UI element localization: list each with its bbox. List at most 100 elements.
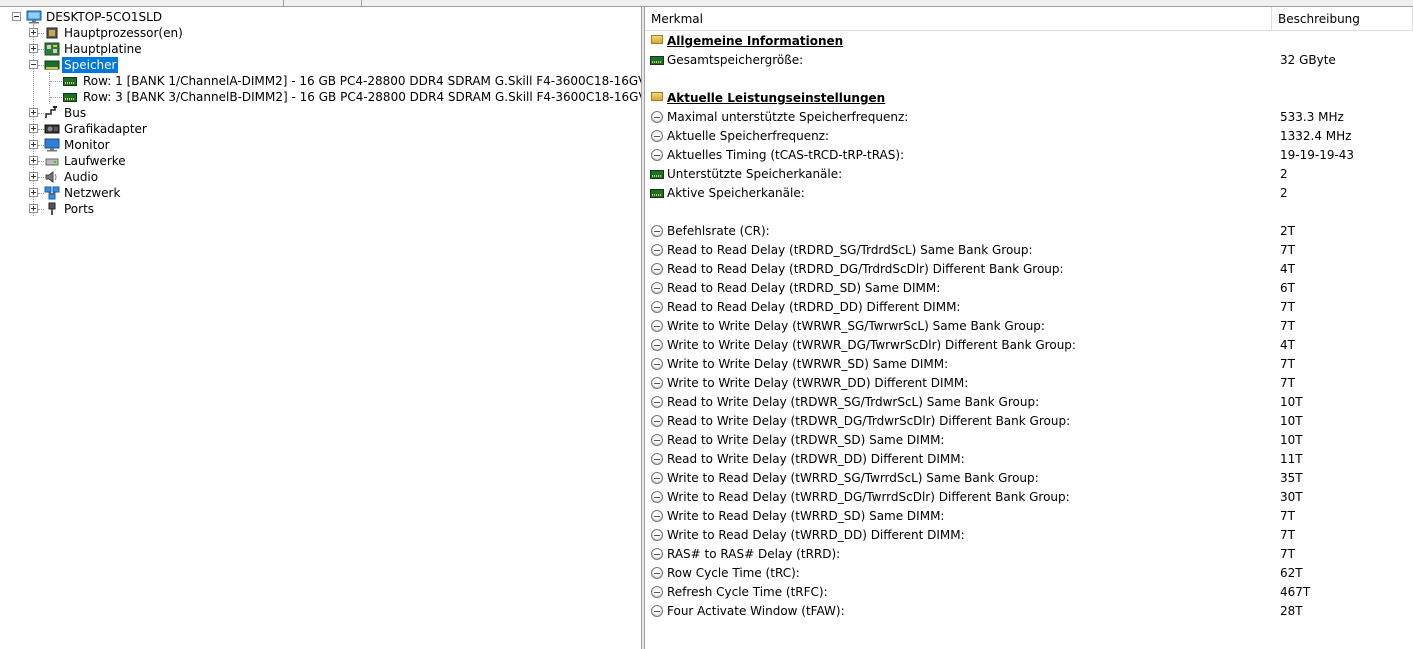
table-row[interactable]: Unterstützte Speicherkanäle: 2 (645, 165, 1413, 184)
expand-icon[interactable] (29, 124, 38, 133)
tree-item-label: Hauptplatine (64, 42, 142, 56)
motherboard-icon (44, 42, 60, 56)
table-row[interactable]: Aktive Speicherkanäle: 2 (645, 184, 1413, 203)
table-row[interactable]: Write to Read Delay (tWRRD_SD) Same DIMM… (645, 507, 1413, 526)
column-header-feature[interactable]: Merkmal (645, 7, 1272, 31)
table-row[interactable]: Aktuelles Timing (tCAS-tRCD-tRP-tRAS): 19… (645, 146, 1413, 165)
table-row[interactable]: Write to Write Delay (tWRWR_DD) Differen… (645, 374, 1413, 393)
feature-value: 35T (1280, 471, 1303, 485)
device-tree[interactable]: DESKTOP-5CO1SLD Hauptprozessor(en) Hauptp… (0, 7, 655, 649)
feature-label: Read to Write Delay (tRDWR_SG/TrdwrScL) … (667, 395, 1040, 409)
tree-item-label: Monitor (64, 138, 110, 152)
table-row[interactable]: Write to Write Delay (tWRWR_SD) Same DIM… (645, 355, 1413, 374)
port-icon (48, 202, 56, 215)
tree-item-bus[interactable]: Bus (0, 105, 641, 121)
expand-icon[interactable] (29, 28, 38, 37)
table-row[interactable]: Befehlsrate (CR): 2T (645, 222, 1413, 241)
table-row[interactable]: Gesamtspeichergröße: 32 GByte (645, 51, 1413, 70)
clock-icon (651, 263, 663, 275)
expand-icon[interactable] (29, 44, 38, 53)
ram-module-icon (650, 56, 664, 65)
table-row[interactable]: Read to Write Delay (tRDWR_SG/TrdwrScL) … (645, 393, 1413, 412)
expand-icon[interactable] (29, 140, 38, 149)
tree-item-ports[interactable]: Ports (0, 201, 641, 217)
feature-value: 10T (1280, 433, 1303, 447)
feature-value: 2 (1280, 186, 1288, 200)
memory-module-item[interactable]: Row: 3 [BANK 3/ChannelB-DIMM2] - 16 GB P… (0, 89, 655, 105)
feature-label: Read to Write Delay (tRDWR_SD) Same DIMM… (667, 433, 945, 447)
clock-icon (651, 130, 663, 142)
feature-label: Refresh Cycle Time (tRFC): (667, 585, 828, 599)
section-header-row[interactable]: Allgemeine Informationen (645, 32, 1413, 51)
feature-label: Read to Read Delay (tRDRD_DG/TrdrdScDlr)… (667, 262, 1064, 276)
table-row[interactable]: Four Activate Window (tFAW): 28T (645, 602, 1413, 621)
tree-line (50, 81, 62, 82)
section-title: Allgemeine Informationen (667, 34, 844, 48)
clock-icon (651, 491, 663, 503)
feature-value: 7T (1280, 300, 1295, 314)
column-header-description[interactable]: Beschreibung (1272, 7, 1413, 31)
tab[interactable] (284, 0, 362, 6)
table-row[interactable]: Write to Read Delay (tWRRD_SG/TwrrdScL) … (645, 469, 1413, 488)
table-row[interactable]: Write to Write Delay (tWRWR_DG/TwrwrScDl… (645, 336, 1413, 355)
tab[interactable] (0, 0, 284, 6)
table-row[interactable]: Read to Write Delay (tRDWR_SD) Same DIMM… (645, 431, 1413, 450)
feature-label: Write to Read Delay (tWRRD_SG/TwrrdScL) … (667, 471, 1039, 485)
feature-value: 467T (1280, 585, 1311, 599)
tree-root[interactable]: DESKTOP-5CO1SLD (0, 9, 641, 25)
table-row[interactable]: Maximal unterstützte Speicherfrequenz: 53… (645, 108, 1413, 127)
collapse-icon[interactable] (12, 12, 21, 21)
expand-icon[interactable] (29, 188, 38, 197)
feature-value: 10T (1280, 395, 1303, 409)
expand-icon[interactable] (29, 156, 38, 165)
collapse-icon[interactable] (29, 60, 38, 69)
clock-icon (651, 225, 663, 237)
memory-module-label: Row: 3 [BANK 3/ChannelB-DIMM2] - 16 GB P… (83, 90, 655, 104)
table-row[interactable]: Row Cycle Time (tRC): 62T (645, 564, 1413, 583)
table-row[interactable]: Read to Read Delay (tRDRD_SD) Same DIMM:… (645, 279, 1413, 298)
tree-item-audio[interactable]: Audio (0, 169, 641, 185)
table-row[interactable]: Read to Write Delay (tRDWR_DD) Different… (645, 450, 1413, 469)
bus-icon (45, 106, 57, 118)
tree-item-hauptprozessor-en-[interactable]: Hauptprozessor(en) (0, 25, 641, 41)
table-row[interactable]: Read to Read Delay (tRDRD_SG/TrdrdScL) S… (645, 241, 1413, 260)
tree-item-netzwerk[interactable]: Netzwerk (0, 185, 641, 201)
memory-icon (44, 60, 60, 70)
tree-item-grafikadapter[interactable]: Grafikadapter (0, 121, 641, 137)
feature-value: 7T (1280, 357, 1295, 371)
speaker-icon (45, 171, 57, 183)
tree-item-monitor[interactable]: Monitor (0, 137, 641, 153)
section-header-row[interactable]: Aktuelle Leistungseinstellungen (645, 89, 1413, 108)
clock-icon (651, 548, 663, 560)
tree-item-label: Hauptprozessor(en) (64, 26, 183, 40)
clock-icon (651, 472, 663, 484)
feature-value: 10T (1280, 414, 1303, 428)
table-row[interactable]: Read to Read Delay (tRDRD_DG/TrdrdScDlr)… (645, 260, 1413, 279)
table-row[interactable]: Write to Read Delay (tWRRD_DD) Different… (645, 526, 1413, 545)
feature-label: Gesamtspeichergröße: (667, 53, 804, 67)
memory-module-item[interactable]: Row: 1 [BANK 1/ChannelA-DIMM2] - 16 GB P… (0, 73, 654, 89)
feature-value: 7T (1280, 509, 1295, 523)
table-row[interactable]: Aktuelle Speicherfrequenz: 1332.4 MHz (645, 127, 1413, 146)
tree-item-laufwerke[interactable]: Laufwerke (0, 153, 641, 169)
monitor-icon (44, 138, 60, 152)
feature-label: Unterstützte Speicherkanäle: (667, 167, 843, 181)
feature-value: 7T (1280, 547, 1295, 561)
expand-icon[interactable] (29, 108, 38, 117)
table-row[interactable]: Read to Write Delay (tRDWR_DG/TrdwrScDlr… (645, 412, 1413, 431)
feature-value: 7T (1280, 528, 1295, 542)
detail-pane[interactable]: Merkmal Beschreibung Allgemeine Informat… (645, 7, 1413, 649)
table-row[interactable]: RAS# to RAS# Delay (tRRD): 7T (645, 545, 1413, 564)
tree-item-hauptplatine[interactable]: Hauptplatine (0, 41, 641, 57)
drive-icon (45, 158, 59, 166)
expand-icon[interactable] (29, 204, 38, 213)
table-row[interactable]: Refresh Cycle Time (tRFC): 467T (645, 583, 1413, 602)
table-row[interactable]: Write to Read Delay (tWRRD_DG/TwrrdScDlr… (645, 488, 1413, 507)
clock-icon (651, 244, 663, 256)
clock-icon (651, 320, 663, 332)
table-row[interactable]: Read to Read Delay (tRDRD_DD) Different … (645, 298, 1413, 317)
tree-item-speicher[interactable]: Speicher (0, 57, 641, 73)
table-row[interactable]: Write to Write Delay (tWRWR_SG/TwrwrScL)… (645, 317, 1413, 336)
expand-icon[interactable] (29, 172, 38, 181)
feature-label: Four Activate Window (tFAW): (667, 604, 845, 618)
